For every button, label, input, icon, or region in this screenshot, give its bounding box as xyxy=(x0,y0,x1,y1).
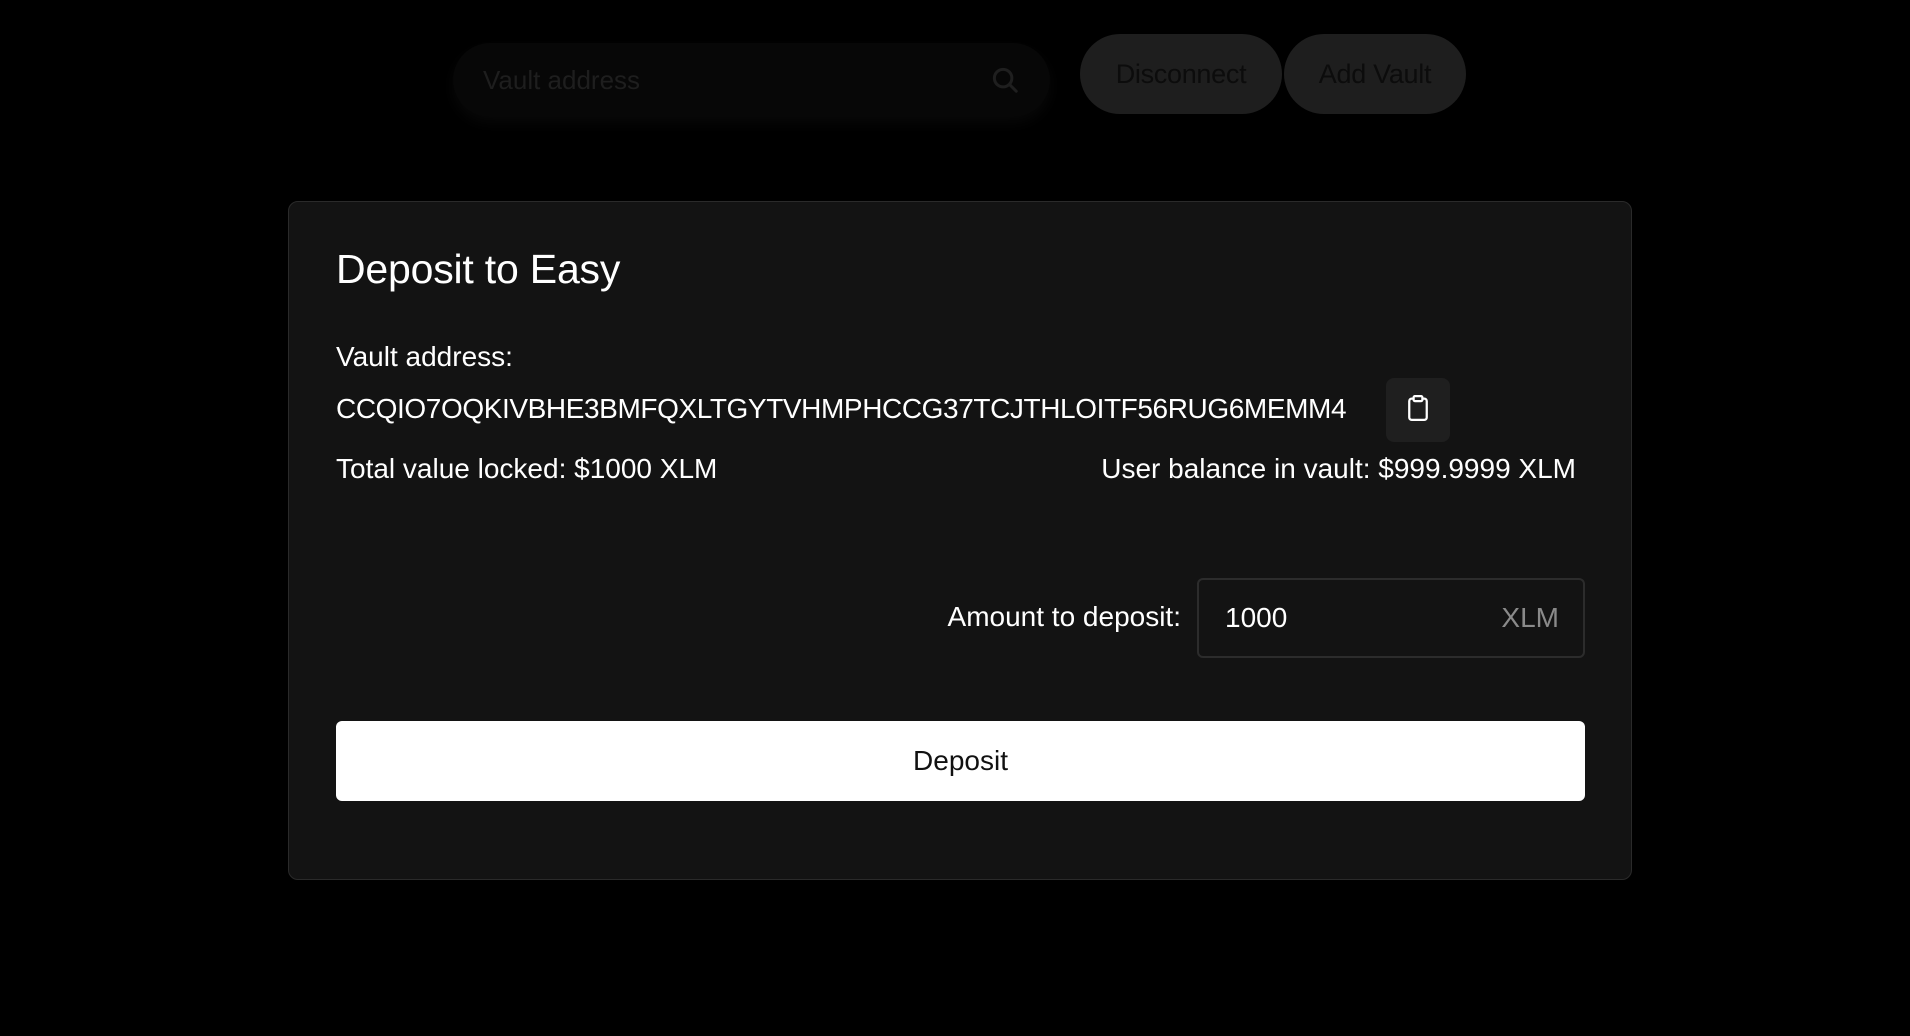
amount-field: XLM xyxy=(1197,578,1585,658)
clipboard-icon xyxy=(1403,393,1433,428)
deposit-button[interactable]: Deposit xyxy=(336,721,1585,801)
disconnect-button[interactable]: Disconnect xyxy=(1080,34,1282,114)
amount-label: Amount to deposit: xyxy=(947,601,1181,632)
amount-input[interactable] xyxy=(1223,601,1502,635)
amount-unit: XLM xyxy=(1501,602,1559,633)
copy-address-button[interactable] xyxy=(1386,378,1450,442)
user-balance: User balance in vault: $999.9999 XLM xyxy=(1101,453,1576,484)
vault-search-input[interactable] xyxy=(481,63,988,97)
search-icon[interactable] xyxy=(988,63,1022,97)
modal-title: Deposit to Easy xyxy=(336,246,621,292)
add-vault-button[interactable]: Add Vault xyxy=(1284,34,1466,114)
top-bar: Disconnect Add Vault xyxy=(0,0,1910,160)
vault-address-label: Vault address: xyxy=(336,341,513,372)
deposit-modal: Deposit to Easy Vault address: CCQIO7OQK… xyxy=(288,201,1632,880)
vault-search-bar xyxy=(453,43,1050,117)
vault-address-value: CCQIO7OQKIVBHE3BMFQXLTGYTVHMPHCCG37TCJTH… xyxy=(336,393,1347,424)
page: Disconnect Add Vault Deposit to Easy Vau… xyxy=(0,0,1910,1036)
total-value-locked: Total value locked: $1000 XLM xyxy=(336,453,718,484)
